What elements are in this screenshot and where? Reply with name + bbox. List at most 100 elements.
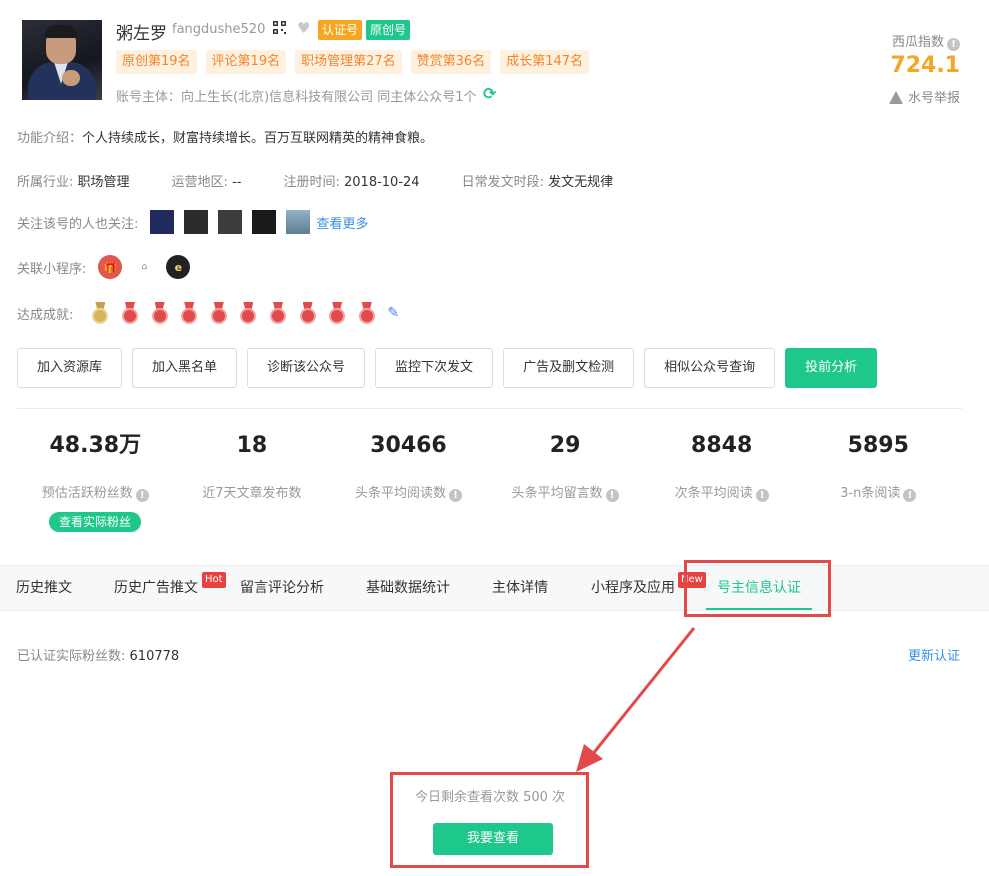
add-to-library-button[interactable]: 加入资源库 — [17, 348, 123, 388]
tab-basic-stats[interactable]: 基础数据统计 — [366, 566, 450, 610]
rank-tag[interactable]: 原创第19名 — [116, 50, 197, 74]
meta-row: 所属行业: 职场管理 运营地区: -- 注册时间: 2018-10-24 日常发… — [17, 171, 655, 190]
medal-icon[interactable] — [180, 302, 198, 324]
stat-value: 5895 — [847, 433, 909, 458]
avatar[interactable] — [22, 20, 102, 100]
ad-deletion-check-button[interactable]: 广告及删文检测 — [503, 348, 635, 388]
monitor-next-post-button[interactable]: 监控下次发文 — [375, 348, 494, 388]
medal-icon[interactable] — [269, 302, 287, 324]
stat-value: 48.38万 — [49, 433, 142, 458]
account-thumbnail[interactable] — [252, 210, 277, 234]
stat-label: 3-n条阅读 — [840, 486, 901, 501]
stat-value: 8848 — [691, 433, 753, 458]
info-icon[interactable]: ! — [135, 489, 149, 502]
stats-row: 48.38万 预估活跃粉丝数! 18 近7天文章发布数 30466 头条平均阅读数! … — [17, 430, 957, 502]
diagnose-button[interactable]: 诊断该公众号 — [247, 348, 366, 388]
verified-fans-value: 610778 — [129, 649, 180, 664]
account-thumbnail[interactable] — [286, 210, 311, 234]
tab-history-posts[interactable]: 历史推文 — [16, 566, 72, 610]
haoshenghuo-logo-icon[interactable]: ⌂ — [132, 255, 157, 279]
medal-icon[interactable] — [151, 302, 169, 324]
hot-tag: Hot — [202, 572, 226, 588]
tab-history-ad-posts[interactable]: 历史广告推文 — [114, 566, 198, 610]
achievements-row: 达成成就: ✎ — [17, 302, 399, 324]
add-to-blacklist-button[interactable]: 加入黑名单 — [132, 348, 238, 388]
region-label: 运营地区: — [171, 175, 228, 190]
highlight-box-tab — [684, 560, 831, 617]
reg-date-label: 注册时间: — [283, 175, 340, 190]
tab-mini-programs[interactable]: 小程序及应用 — [591, 566, 675, 610]
info-icon[interactable]: ! — [605, 489, 619, 502]
info-icon[interactable]: ! — [947, 38, 960, 51]
account-thumbnail[interactable] — [218, 210, 243, 234]
index-value: 724.1 — [890, 53, 960, 78]
achievements-label: 达成成就: — [17, 307, 74, 323]
divider — [17, 408, 962, 409]
medal-icon[interactable] — [91, 302, 109, 324]
info-icon[interactable]: ! — [448, 489, 462, 502]
stat-value: 30466 — [370, 433, 447, 458]
industry-label: 所属行业: — [17, 175, 74, 190]
region-value: -- — [232, 175, 242, 190]
rank-tag[interactable]: 评论第19名 — [205, 50, 287, 74]
index-label: 西瓜指数! — [892, 31, 960, 51]
account-thumbnail[interactable] — [150, 210, 175, 234]
rank-tag[interactable]: 成长第147名 — [500, 50, 590, 74]
mini-program-label: 关联小程序: — [17, 261, 87, 277]
industry-value: 职场管理 — [77, 175, 130, 190]
medal-icon[interactable] — [121, 302, 139, 324]
account-thumbnail[interactable] — [184, 210, 209, 234]
also-follow-row: 关注该号的人也关注: 查看更多 — [17, 210, 368, 234]
stat-item: 18 近7天文章发布数 — [174, 430, 331, 502]
see-more-link[interactable]: 查看更多 — [316, 213, 368, 232]
similar-accounts-button[interactable]: 相似公众号查询 — [644, 348, 776, 388]
medal-icon[interactable] — [210, 302, 228, 324]
reg-date-value: 2018-10-24 — [344, 175, 420, 190]
intro-label: 功能介绍： — [17, 131, 83, 146]
stat-item: 30466 头条平均阅读数! — [330, 430, 487, 502]
tab-entity-details[interactable]: 主体详情 — [492, 566, 548, 610]
qr-code-icon[interactable] — [273, 21, 286, 34]
account-name: 粥左罗 — [116, 24, 167, 44]
update-verification-link[interactable]: 更新认证 — [908, 645, 960, 664]
stat-item: 8848 次条平均阅读! — [643, 430, 800, 502]
rank-tag[interactable]: 职场管理第27名 — [295, 50, 402, 74]
certified-badge: 认证号 — [318, 20, 363, 40]
post-time-value: 发文无规律 — [548, 175, 614, 190]
stat-label: 头条平均阅读数 — [354, 486, 446, 501]
medal-icon[interactable] — [328, 302, 346, 324]
edit-icon[interactable]: ✎ — [387, 305, 399, 321]
stat-label: 近7天文章发布数 — [202, 486, 302, 501]
heart-icon[interactable]: ♥ — [297, 19, 310, 37]
intro: 功能介绍：个人持续成长，财富持续增长。百万互联网精英的精神食粮。 — [17, 127, 433, 146]
stat-value: 18 — [236, 433, 268, 458]
tab-bar: 历史推文 历史广告推文 Hot 留言评论分析 基础数据统计 主体详情 小程序及应… — [0, 565, 989, 611]
stat-label: 次条平均阅读 — [674, 486, 753, 501]
also-follow-label: 关注该号的人也关注: — [17, 216, 139, 232]
post-time-label: 日常发文时段: — [461, 175, 544, 190]
stat-value: 29 — [549, 433, 581, 458]
rank-tags: 原创第19名 评论第19名 职场管理第27名 赞赏第36名 成长第147名 — [116, 50, 598, 74]
medal-icon[interactable] — [358, 302, 376, 324]
stat-item: 29 头条平均留言数! — [487, 430, 644, 502]
e-logo-icon[interactable]: e — [166, 255, 191, 279]
info-icon[interactable]: ! — [755, 489, 769, 502]
warning-icon — [888, 91, 903, 104]
verified-fans: 已认证实际粉丝数: 610778 — [17, 645, 179, 664]
info-icon[interactable]: ! — [903, 489, 917, 502]
account-owner: 账号主体：向上生长(北京)信息科技有限公司 同主体公众号1个 — [116, 90, 477, 105]
pre-investment-analysis-button[interactable]: 投前分析 — [785, 348, 878, 388]
medal-icon[interactable] — [239, 302, 257, 324]
gift-icon[interactable]: 🎁 — [98, 255, 123, 279]
refresh-icon[interactable]: ⟳ — [483, 84, 496, 103]
verified-fans-label: 已认证实际粉丝数: — [17, 649, 126, 664]
stat-item: 5895 3-n条阅读! — [800, 430, 957, 502]
stat-item: 48.38万 预估活跃粉丝数! — [17, 430, 174, 502]
mini-program-row: 关联小程序: 🎁 ⌂ e — [17, 255, 200, 279]
rank-tag[interactable]: 赞赏第36名 — [410, 50, 492, 74]
see-real-fans-button[interactable]: 查看实际粉丝 — [49, 512, 141, 532]
highlight-box-view — [390, 772, 589, 868]
tab-comment-analysis[interactable]: 留言评论分析 — [240, 566, 324, 610]
medal-icon[interactable] — [299, 302, 317, 324]
report-link[interactable]: 水号举报 — [888, 87, 960, 106]
